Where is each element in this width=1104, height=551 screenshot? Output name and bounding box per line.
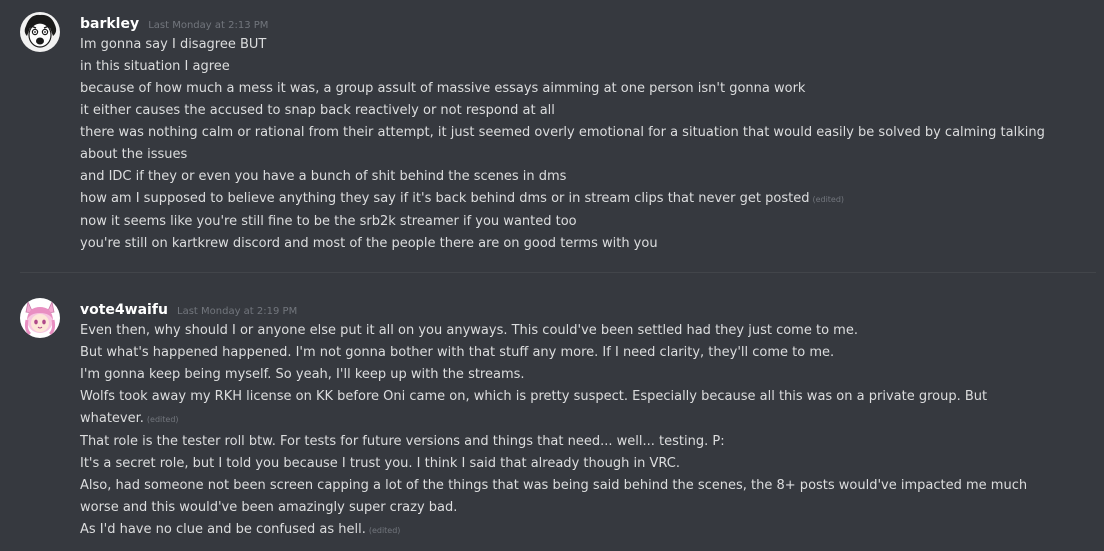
message-line: whatever. (edited) xyxy=(80,411,179,426)
message-line: how am I supposed to believe anything th… xyxy=(80,191,845,206)
edited-label: (edited) xyxy=(368,526,401,535)
avatar[interactable] xyxy=(20,298,60,338)
message-line: and IDC if they or even you have a bunch… xyxy=(80,169,567,184)
message-line: Also, had someone not been screen cappin… xyxy=(80,478,1028,493)
avatar-barkley-icon xyxy=(20,12,60,52)
message-line: I'm gonna keep being myself. So yeah, I'… xyxy=(80,367,525,382)
message-line: As I'd have no clue and be confused as h… xyxy=(80,522,401,537)
edited-label: (edited) xyxy=(812,195,845,204)
message-line: in this situation I agree xyxy=(80,59,230,74)
message-line: now it seems like you're still fine to b… xyxy=(80,214,577,229)
message-line: worse and this would've been amazingly s… xyxy=(80,500,458,515)
message-line: it either causes the accused to snap bac… xyxy=(80,103,555,118)
message-divider xyxy=(20,272,1096,273)
message-line: Im gonna say I disagree BUT xyxy=(80,37,267,52)
username[interactable]: vote4waifu xyxy=(80,302,168,318)
message-line: there was nothing calm or rational from … xyxy=(80,125,1045,140)
message-line: That role is the tester roll btw. For te… xyxy=(80,434,725,449)
message-content: Even then, why should I or anyone else p… xyxy=(80,320,1080,542)
message-line: It's a secret role, but I told you becau… xyxy=(80,456,681,471)
avatar-vote4waifu-icon xyxy=(20,298,60,338)
message-line: because of how much a mess it was, a gro… xyxy=(80,81,806,96)
message-line: about the issues xyxy=(80,147,188,162)
timestamp: Last Monday at 2:19 PM xyxy=(177,306,298,317)
message-line: But what's happened happened. I'm not go… xyxy=(80,345,835,360)
message-content: Im gonna say I disagree BUT in this situ… xyxy=(80,34,1080,255)
message-header: barkley Last Monday at 2:13 PM xyxy=(80,12,268,34)
timestamp: Last Monday at 2:13 PM xyxy=(148,20,269,31)
message-line: you're still on kartkrew discord and mos… xyxy=(80,236,658,251)
username[interactable]: barkley xyxy=(80,16,139,32)
edited-label: (edited) xyxy=(146,415,179,424)
message-line: Even then, why should I or anyone else p… xyxy=(80,323,858,338)
message-header: vote4waifu Last Monday at 2:19 PM xyxy=(80,298,297,320)
message-line: Wolfs took away my RKH license on KK bef… xyxy=(80,389,988,404)
avatar[interactable] xyxy=(20,12,60,52)
